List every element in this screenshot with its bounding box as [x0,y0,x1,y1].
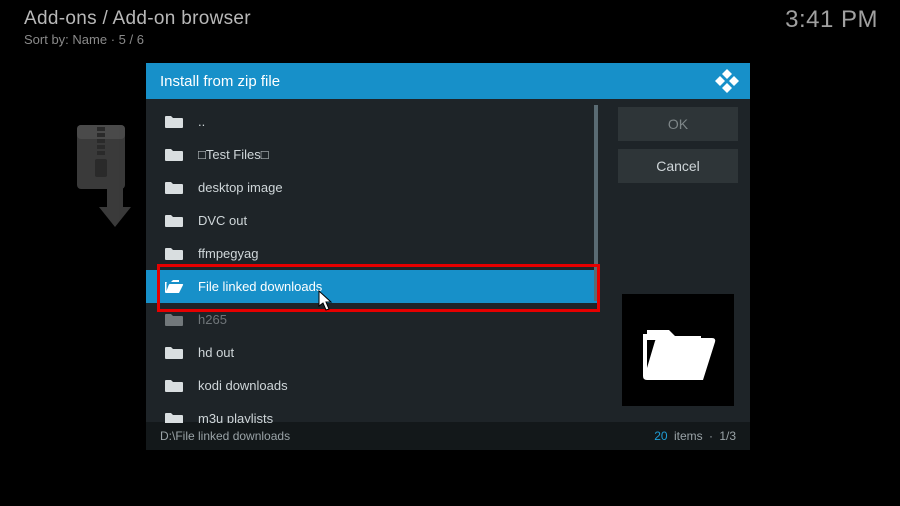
folder-icon [164,147,186,163]
file-row-label: h265 [198,312,227,327]
item-count: 20 [654,429,667,443]
folder-icon [164,345,186,361]
folder-open-icon [639,320,717,380]
file-row[interactable]: desktop image [146,171,598,204]
file-row[interactable]: File linked downloads [146,270,598,303]
cancel-button[interactable]: Cancel [618,149,738,183]
file-row[interactable]: hd out [146,336,598,369]
folder-icon [164,378,186,394]
install-zip-dialog: Install from zip file .. □Test Files□ desk… [146,63,750,450]
file-row[interactable]: □Test Files□ [146,138,598,171]
file-row[interactable]: DVC out [146,204,598,237]
file-row-label: desktop image [198,180,283,195]
file-row-label: m3u playlists [198,411,273,423]
file-row-label: □Test Files□ [198,147,269,162]
folder-icon [164,246,186,262]
items-label: items [674,429,703,443]
folder-icon [164,180,186,196]
breadcrumb: Add-ons / Add-on browser [24,8,251,30]
file-row-label: kodi downloads [198,378,288,393]
dialog-titlebar: Install from zip file [146,63,750,99]
dialog-side-pane: OK Cancel [598,99,750,422]
folder-icon [164,213,186,229]
page-indicator: 1/3 [719,429,736,443]
status-separator: · [709,429,713,443]
kodi-logo-icon [714,68,740,98]
file-row[interactable]: m3u playlists [146,402,598,423]
dialog-title: Install from zip file [160,73,280,90]
zip-download-icon [77,125,137,234]
file-list-pane: .. □Test Files□ desktop image DVC out ffmpeg… [146,99,598,422]
file-row[interactable]: .. [146,105,598,138]
current-path: D:\File linked downloads [160,429,290,443]
clock: 3:41 PM [785,6,878,34]
folder-icon [164,411,186,424]
file-row-label: DVC out [198,213,247,228]
folder-preview [622,294,734,406]
ok-button[interactable]: OK [618,107,738,141]
file-row-label: hd out [198,345,234,360]
file-row-label: ffmpegyag [198,246,258,261]
dialog-statusbar: D:\File linked downloads 20 items · 1/3 [146,422,750,450]
file-row[interactable]: kodi downloads [146,369,598,402]
file-row[interactable]: ffmpegyag [146,237,598,270]
sort-indicator: Sort by: Name · 5 / 6 [24,32,251,47]
scrollbar[interactable] [594,105,598,301]
file-row-label: .. [198,114,205,129]
folder-icon [164,279,186,295]
file-row[interactable]: h265 [146,303,598,336]
folder-icon [164,312,186,328]
folder-icon [164,114,186,130]
file-row-label: File linked downloads [198,279,322,294]
